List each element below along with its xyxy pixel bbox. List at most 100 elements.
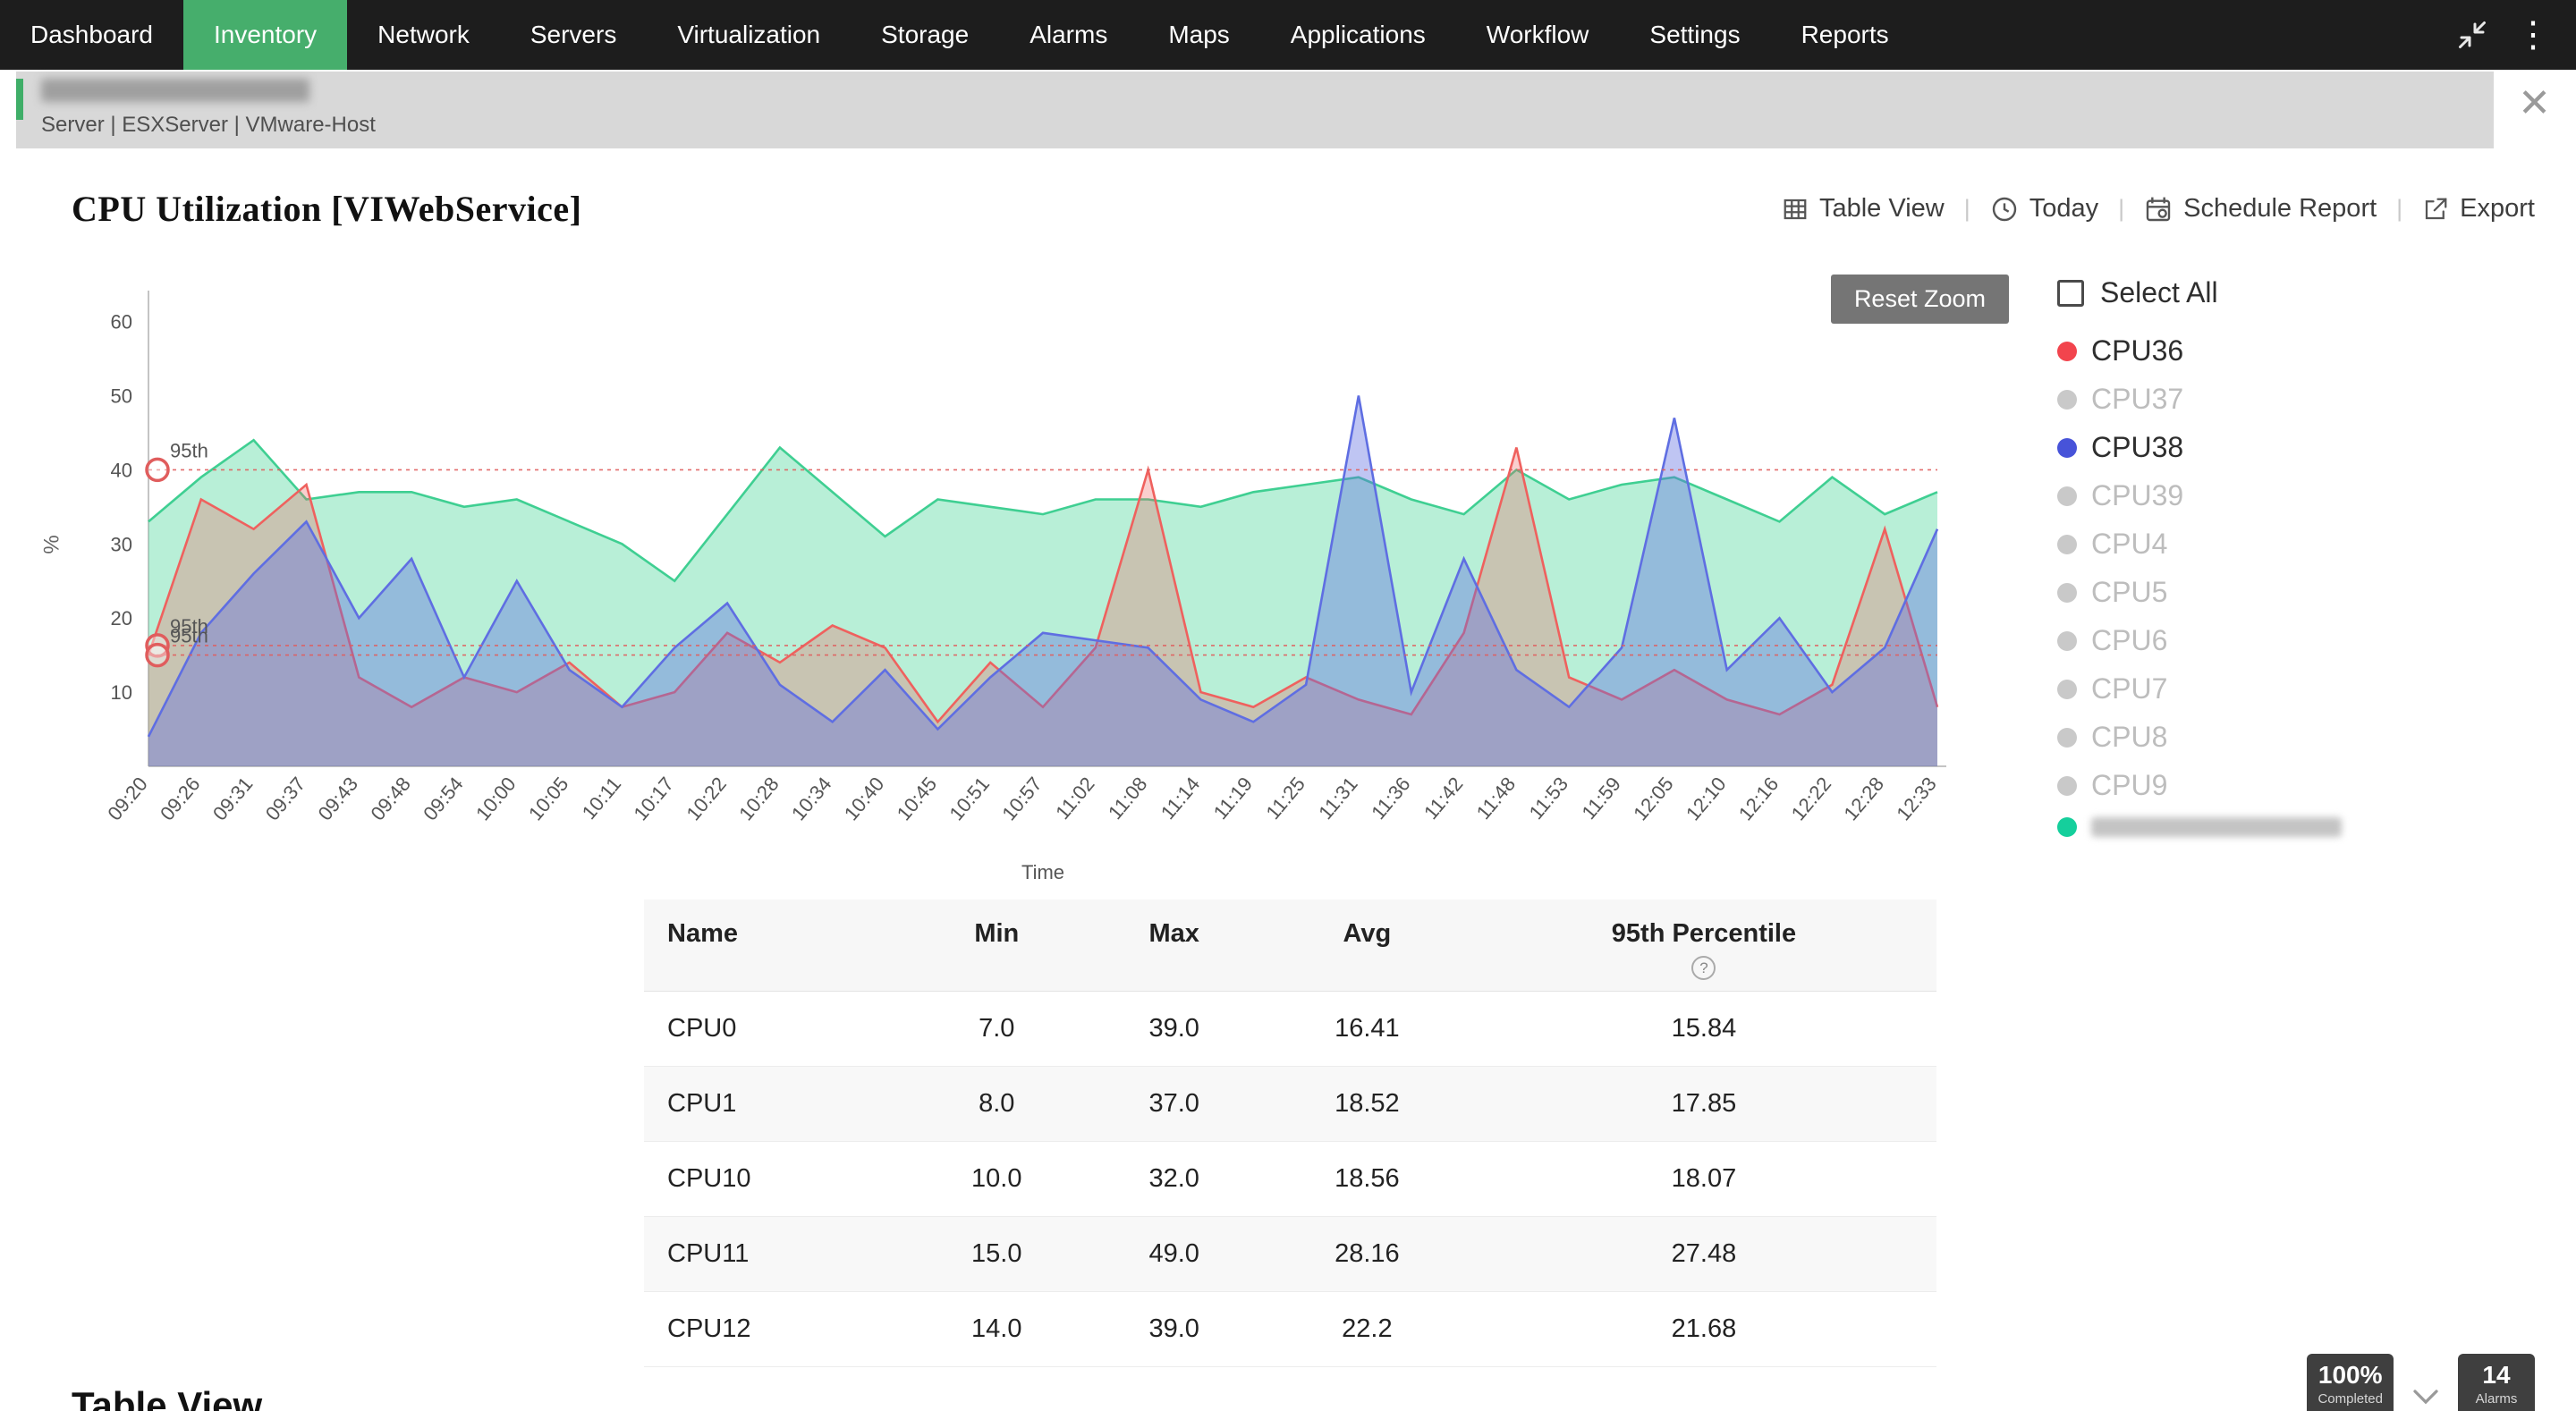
- table-view-section-title: Table View: [72, 1384, 262, 1411]
- breadcrumb-accent: [16, 79, 23, 120]
- cell-max: 37.0: [1085, 1067, 1262, 1142]
- legend-dot: [2057, 817, 2077, 837]
- chevron-down-icon[interactable]: [2410, 1386, 2442, 1411]
- cell-p95: 21.68: [1471, 1292, 1936, 1367]
- svg-text:09:37: 09:37: [261, 773, 310, 824]
- nav-item-settings[interactable]: Settings: [1619, 0, 1770, 70]
- cell-name: CPU11: [644, 1217, 908, 1292]
- breadcrumb-path: Server | ESXServer | VMware-Host: [41, 113, 2494, 138]
- col-min[interactable]: Min: [908, 900, 1085, 992]
- table-header-row: Name Min Max Avg 95th Percentile ?: [644, 900, 1936, 992]
- status-badges: 100% Completed 14 Alarms: [2307, 1354, 2535, 1411]
- alarms-label: Alarms: [2469, 1391, 2524, 1407]
- collapse-icon[interactable]: [2456, 19, 2488, 51]
- nav-item-virtualization[interactable]: Virtualization: [647, 0, 851, 70]
- alarms-badge[interactable]: 14 Alarms: [2458, 1354, 2535, 1411]
- export-button[interactable]: Export: [2422, 194, 2535, 224]
- redacted-host-name: [41, 79, 309, 102]
- nav-item-reports[interactable]: Reports: [1771, 0, 1919, 70]
- col-name[interactable]: Name: [644, 900, 908, 992]
- breadcrumb: Server | ESXServer | VMware-Host: [16, 72, 2494, 148]
- svg-text:10:28: 10:28: [734, 773, 784, 824]
- today-label: Today: [2029, 194, 2098, 224]
- kebab-menu-icon[interactable]: ⋮: [2515, 17, 2551, 53]
- redacted-legend-label: [2091, 817, 2342, 837]
- svg-text:10:57: 10:57: [997, 773, 1046, 824]
- legend-item-cpu7[interactable]: CPU7: [2057, 672, 2558, 706]
- cell-max: 49.0: [1085, 1217, 1262, 1292]
- page-title: CPU Utilization [VIWebService]: [72, 188, 581, 230]
- progress-label: Completed: [2318, 1391, 2383, 1407]
- svg-text:12:22: 12:22: [1787, 773, 1836, 824]
- svg-text:95th: 95th: [170, 625, 208, 647]
- legend-item-cpu38[interactable]: CPU38: [2057, 431, 2558, 464]
- export-label: Export: [2460, 194, 2535, 224]
- nav-items: DashboardInventoryNetworkServersVirtuali…: [0, 0, 1919, 70]
- svg-text:09:31: 09:31: [208, 773, 258, 824]
- today-button[interactable]: Today: [1990, 194, 2098, 224]
- cell-min: 14.0: [908, 1292, 1085, 1367]
- legend-item-cpu39[interactable]: CPU39: [2057, 479, 2558, 512]
- schedule-report-label: Schedule Report: [2183, 194, 2377, 224]
- col-avg[interactable]: Avg: [1263, 900, 1471, 992]
- legend-item-redacted[interactable]: [2057, 817, 2558, 837]
- calendar-icon: [2144, 195, 2173, 224]
- legend-label: CPU5: [2091, 576, 2167, 609]
- svg-text:30: 30: [111, 533, 132, 555]
- svg-text:10:51: 10:51: [945, 773, 994, 824]
- title-row: CPU Utilization [VIWebService] Table Vie…: [0, 152, 2576, 230]
- reset-zoom-button[interactable]: Reset Zoom: [1831, 275, 2009, 324]
- table-view-icon: [1782, 196, 1809, 223]
- svg-text:60: 60: [111, 311, 132, 334]
- nav-item-maps[interactable]: Maps: [1138, 0, 1259, 70]
- svg-text:11:08: 11:08: [1104, 773, 1151, 824]
- svg-text:11:19: 11:19: [1209, 773, 1257, 824]
- legend-dot: [2057, 680, 2077, 699]
- legend-item-cpu4[interactable]: CPU4: [2057, 528, 2558, 561]
- col-max[interactable]: Max: [1085, 900, 1262, 992]
- legend-dot: [2057, 776, 2077, 796]
- cell-min: 8.0: [908, 1067, 1085, 1142]
- checkbox-icon[interactable]: [2057, 280, 2084, 307]
- cell-name: CPU0: [644, 992, 908, 1067]
- nav-item-servers[interactable]: Servers: [500, 0, 647, 70]
- cell-p95: 15.84: [1471, 992, 1936, 1067]
- chart-section: % 10203040506095th95th95th09:2009:2609:3…: [0, 264, 2576, 894]
- legend-label: CPU7: [2091, 672, 2167, 706]
- help-icon[interactable]: ?: [1691, 956, 1716, 980]
- cell-p95: 17.85: [1471, 1067, 1936, 1142]
- legend-item-cpu9[interactable]: CPU9: [2057, 769, 2558, 802]
- svg-text:09:26: 09:26: [156, 773, 205, 824]
- progress-badge[interactable]: 100% Completed: [2307, 1354, 2394, 1411]
- legend-item-cpu8[interactable]: CPU8: [2057, 721, 2558, 754]
- nav-item-dashboard[interactable]: Dashboard: [0, 0, 183, 70]
- nav-item-applications[interactable]: Applications: [1260, 0, 1456, 70]
- schedule-report-button[interactable]: Schedule Report: [2144, 194, 2377, 224]
- svg-text:11:59: 11:59: [1577, 773, 1624, 824]
- nav-item-alarms[interactable]: Alarms: [999, 0, 1138, 70]
- legend-label: CPU38: [2091, 431, 2183, 464]
- nav-item-storage[interactable]: Storage: [851, 0, 999, 70]
- legend-item-cpu5[interactable]: CPU5: [2057, 576, 2558, 609]
- select-all-checkbox[interactable]: Select All: [2057, 276, 2558, 309]
- cell-avg: 16.41: [1263, 992, 1471, 1067]
- table-row: CPU1214.039.022.221.68: [644, 1292, 1936, 1367]
- legend-item-cpu36[interactable]: CPU36: [2057, 334, 2558, 368]
- legend-dot: [2057, 390, 2077, 410]
- legend-dot: [2057, 438, 2077, 458]
- svg-text:11:31: 11:31: [1314, 773, 1361, 824]
- nav-item-network[interactable]: Network: [347, 0, 500, 70]
- cpu-utilization-chart[interactable]: 10203040506095th95th95th09:2009:2609:310…: [48, 264, 1980, 890]
- col-95th-percentile[interactable]: 95th Percentile ?: [1471, 900, 1936, 992]
- nav-item-inventory[interactable]: Inventory: [183, 0, 347, 70]
- legend-label: CPU36: [2091, 334, 2183, 368]
- legend-dot: [2057, 728, 2077, 748]
- table-view-button[interactable]: Table View: [1782, 194, 1945, 224]
- nav-item-workflow[interactable]: Workflow: [1456, 0, 1620, 70]
- svg-text:11:48: 11:48: [1472, 773, 1520, 824]
- legend-item-cpu37[interactable]: CPU37: [2057, 383, 2558, 416]
- legend-label: CPU6: [2091, 624, 2167, 657]
- close-icon[interactable]: ✕: [2518, 84, 2551, 123]
- legend-dot: [2057, 535, 2077, 554]
- legend-item-cpu6[interactable]: CPU6: [2057, 624, 2558, 657]
